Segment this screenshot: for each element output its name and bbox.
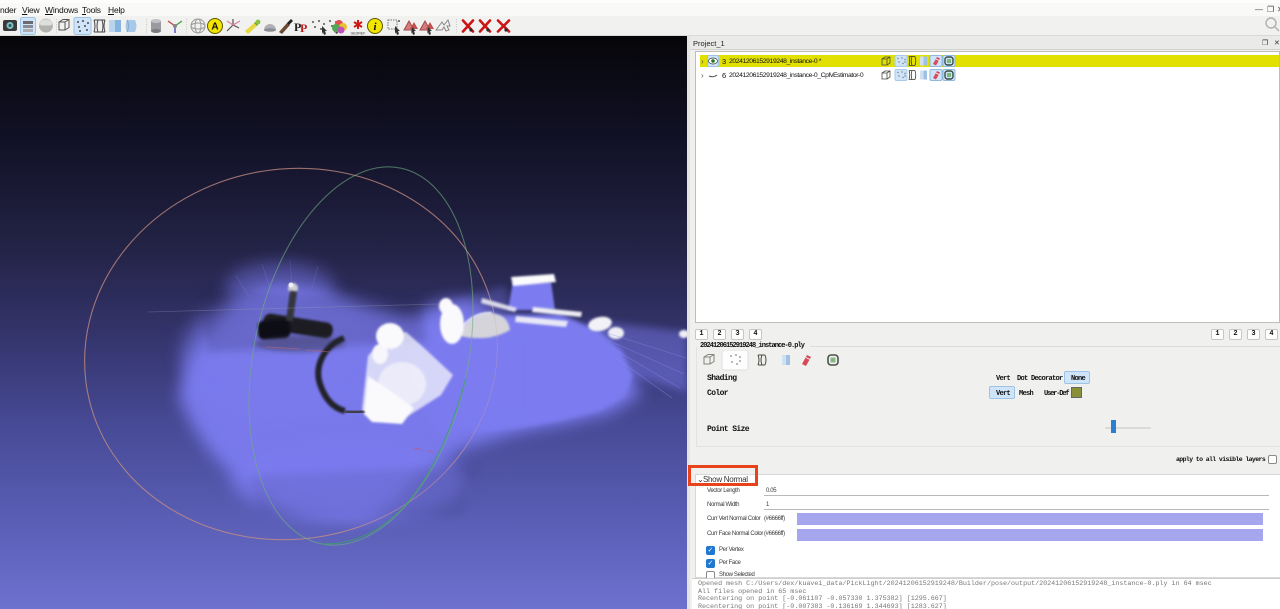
svg-text:P: P <box>300 21 307 35</box>
svg-text:A: A <box>211 22 218 33</box>
svg-text:GEOREF: GEOREF <box>351 32 366 36</box>
